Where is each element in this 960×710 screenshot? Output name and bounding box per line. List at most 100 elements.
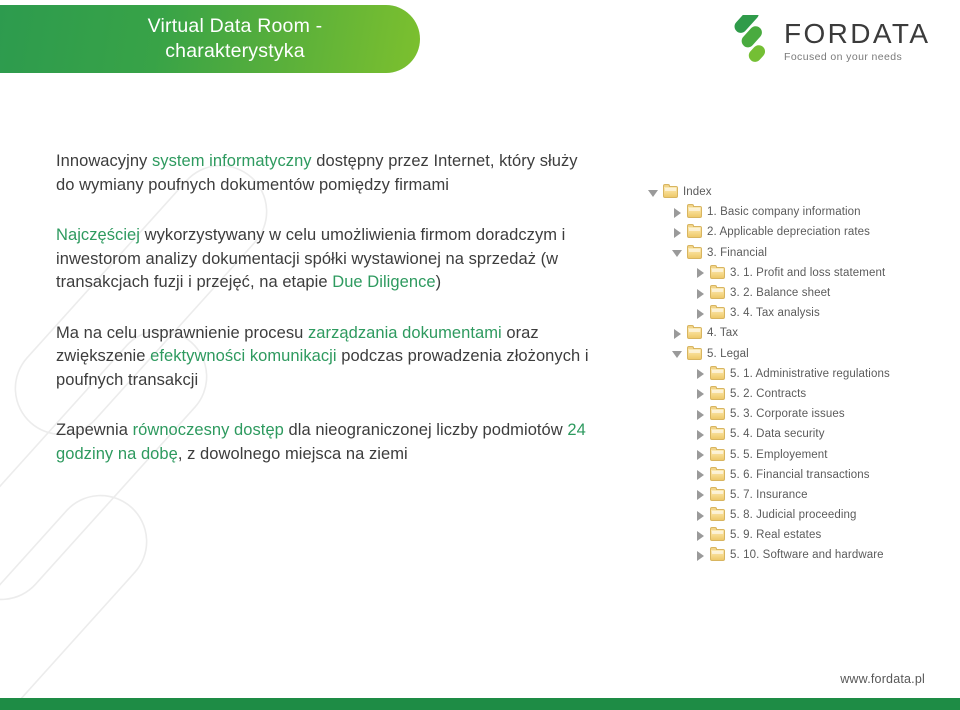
tree-item[interactable]: 1. Basic company information bbox=[648, 202, 948, 222]
tree-item[interactable]: 5. 1. Administrative regulations bbox=[648, 364, 948, 384]
paragraph-text: Ma na celu usprawnienie procesu bbox=[56, 323, 308, 342]
chevron-right-icon[interactable] bbox=[695, 368, 706, 380]
tree-item-label: 1. Basic company information bbox=[707, 206, 861, 219]
highlighted-phrase: system informatyczny bbox=[151, 152, 312, 170]
paragraph-text: Innowacyjny bbox=[56, 152, 152, 170]
tree-item-label: 5. 3. Corporate issues bbox=[730, 408, 845, 421]
chevron-right-icon[interactable] bbox=[672, 207, 683, 218]
folder-icon bbox=[710, 264, 725, 279]
content-paragraph: Ma na celu usprawnienie procesu zarządza… bbox=[56, 322, 596, 393]
folder-icon bbox=[710, 507, 725, 522]
folder-icon bbox=[710, 426, 725, 441]
slide-title: Virtual Data Room - charakterystyka bbox=[0, 5, 420, 73]
tree-item-label: 3. Financial bbox=[707, 246, 768, 259]
tree-item-label: 5. 10. Software and hardware bbox=[730, 549, 884, 562]
tree-item[interactable]: 5. 2. Contracts bbox=[648, 384, 948, 404]
tree-item[interactable]: 5. 6. Financial transactions bbox=[648, 465, 948, 485]
tree-item-label: 5. 2. Contracts bbox=[730, 387, 807, 400]
folder-icon bbox=[710, 547, 725, 562]
highlighted-phrase: równoczesny dostęp bbox=[132, 421, 284, 439]
document-index-tree[interactable]: Index 1. Basic company information 2. Appl… bbox=[648, 182, 948, 566]
chevron-down-icon[interactable] bbox=[672, 247, 683, 258]
chevron-right-icon[interactable] bbox=[672, 328, 683, 339]
tree-item[interactable]: 5. 9. Real estates bbox=[648, 525, 948, 545]
footer-url: www.fordata.pl bbox=[840, 672, 925, 686]
content-paragraph: Innowacyjny system informatyczny dostępn… bbox=[56, 150, 596, 197]
tree-item[interactable]: 5. 7. Insurance bbox=[648, 485, 948, 505]
tree-item[interactable]: 5. Legal bbox=[648, 344, 948, 364]
folder-icon bbox=[687, 345, 702, 360]
chevron-right-icon[interactable] bbox=[695, 308, 706, 319]
folder-icon bbox=[710, 305, 725, 320]
logo-wordmark: FORDATA Focused on your needs bbox=[784, 18, 930, 64]
tree-item[interactable]: 5. 10. Software and hardware bbox=[648, 545, 948, 565]
tree-item-label: 5. 8. Judicial proceeding bbox=[730, 509, 857, 522]
folder-icon bbox=[687, 244, 702, 259]
tree-item[interactable]: 3. 1. Profit and loss statement bbox=[648, 263, 948, 283]
chevron-down-icon[interactable] bbox=[648, 187, 659, 198]
fordata-logo: FORDATA Focused on your needs bbox=[724, 12, 928, 70]
tree-item[interactable]: 5. 8. Judicial proceeding bbox=[648, 505, 948, 525]
chevron-right-icon[interactable] bbox=[695, 409, 706, 420]
chevron-right-icon[interactable] bbox=[695, 267, 706, 279]
slide-title-line2: charakterystyka bbox=[165, 40, 305, 62]
paragraph-text: , z dowolnego miejsca na ziemi bbox=[177, 444, 408, 463]
tree-item-label: Index bbox=[683, 186, 712, 199]
chevron-right-icon[interactable] bbox=[695, 489, 706, 501]
folder-icon bbox=[687, 224, 702, 239]
highlighted-phrase: Due Diligence bbox=[332, 273, 436, 291]
highlighted-phrase: efektywności komunikacji bbox=[150, 347, 337, 365]
folder-icon bbox=[710, 527, 725, 542]
folder-icon bbox=[710, 466, 725, 481]
tree-item[interactable]: 3. 2. Balance sheet bbox=[648, 283, 948, 303]
content-paragraph: Najczęściej wykorzystywany w celu umożli… bbox=[56, 224, 596, 295]
tree-item[interactable]: 5. 4. Data security bbox=[648, 424, 948, 444]
chevron-right-icon[interactable] bbox=[695, 288, 706, 299]
folder-icon bbox=[710, 446, 725, 461]
folder-icon bbox=[663, 184, 678, 199]
folder-icon bbox=[687, 325, 702, 340]
folder-icon bbox=[710, 486, 725, 501]
tree-item[interactable]: 5. 5. Employement bbox=[648, 444, 948, 464]
paragraph-text: dla nieograniczonej liczby podmiotów bbox=[283, 421, 568, 439]
tree-item-label: 3. 4. Tax analysis bbox=[730, 307, 820, 320]
tree-item-label: 5. 9. Real estates bbox=[730, 529, 822, 542]
tree-item[interactable]: 3. 4. Tax analysis bbox=[648, 303, 948, 323]
chevron-right-icon[interactable] bbox=[695, 530, 706, 541]
chevron-right-icon[interactable] bbox=[695, 510, 706, 521]
chevron-right-icon[interactable] bbox=[695, 469, 706, 481]
tree-item-label: 5. 4. Data security bbox=[730, 428, 825, 441]
tree-item-label: 2. Applicable depreciation rates bbox=[707, 226, 871, 239]
logo-tagline: Focused on your needs bbox=[784, 50, 903, 63]
tree-item-label: 4. Tax bbox=[707, 327, 739, 340]
tree-item-label: 3. 1. Profit and loss statement bbox=[730, 266, 886, 279]
folder-icon bbox=[710, 285, 725, 300]
folder-icon bbox=[710, 365, 725, 380]
content-paragraph: Zapewnia równoczesny dostęp dla nieogran… bbox=[56, 419, 596, 466]
tree-item[interactable]: 2. Applicable depreciation rates bbox=[648, 222, 948, 242]
chevron-right-icon[interactable] bbox=[695, 429, 706, 440]
tree-item[interactable]: 4. Tax bbox=[648, 323, 948, 343]
chevron-right-icon[interactable] bbox=[695, 388, 706, 400]
content-text-column: Innowacyjny system informatyczny dostępn… bbox=[56, 150, 596, 466]
paragraph-text: Zapewnia bbox=[56, 421, 133, 439]
tree-item[interactable]: 3. Financial bbox=[648, 243, 948, 263]
chevron-down-icon[interactable] bbox=[672, 348, 683, 359]
tree-item[interactable]: Index bbox=[648, 182, 948, 202]
tree-item[interactable]: 5. 3. Corporate issues bbox=[648, 404, 948, 424]
tree-item-label: 5. 1. Administrative regulations bbox=[730, 367, 890, 380]
tree-item-label: 5. 5. Employement bbox=[730, 448, 828, 461]
chevron-right-icon[interactable] bbox=[672, 227, 683, 238]
tree-item-label: 5. 7. Insurance bbox=[730, 488, 808, 501]
three-diagonal-bars-icon bbox=[734, 15, 766, 62]
tree-item-label: 5. 6. Financial transactions bbox=[730, 468, 870, 481]
folder-icon bbox=[710, 406, 725, 421]
chevron-right-icon[interactable] bbox=[695, 550, 706, 561]
highlighted-phrase: zarządzania dokumentami bbox=[308, 323, 502, 342]
tree-item-label: 3. 2. Balance sheet bbox=[730, 287, 831, 300]
slide-title-banner: Virtual Data Room - charakterystyka bbox=[0, 5, 420, 73]
highlighted-phrase: Najczęściej bbox=[56, 226, 140, 244]
slide-title-line1: Virtual Data Room - bbox=[147, 15, 323, 37]
chevron-right-icon[interactable] bbox=[695, 449, 706, 461]
folder-icon bbox=[710, 385, 725, 400]
